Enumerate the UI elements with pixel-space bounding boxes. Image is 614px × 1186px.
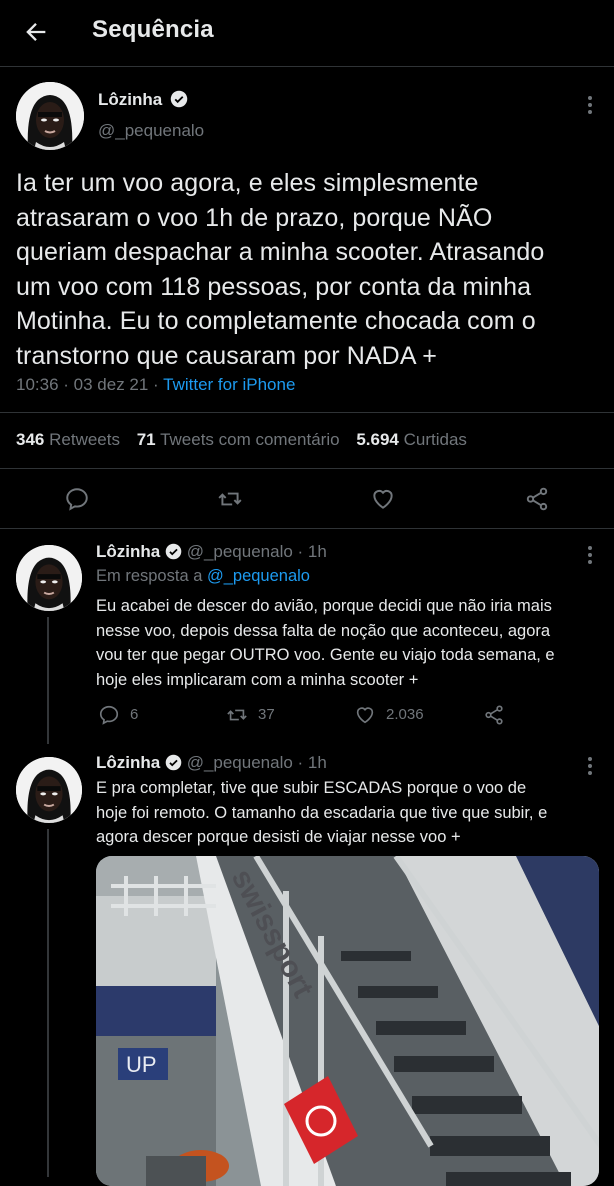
tweet-text-line: hoje foi remoto. O tamanho da escadaria … <box>96 803 548 822</box>
like-count[interactable]: 2.036 <box>386 706 424 723</box>
tweet-text: Ia ter um voo agora, e eles simplesmente… <box>16 166 601 373</box>
author-name[interactable]: Lôzinha <box>98 90 162 109</box>
tweet-text-line: Eu acabei de descer do avião, porque dec… <box>96 597 552 615</box>
source-link[interactable]: Twitter for iPhone <box>163 375 295 394</box>
quotes-count[interactable]: 71 <box>137 430 156 449</box>
share-icon[interactable] <box>524 486 550 512</box>
avatar[interactable] <box>16 757 82 823</box>
verified-badge-icon <box>165 754 182 770</box>
verified-badge-icon <box>165 543 182 559</box>
top-bar: Sequência <box>0 0 614 67</box>
author-handle[interactable]: @_pequenalo <box>187 753 293 772</box>
tweet-text: Eu acabei de descer do avião, porque dec… <box>96 594 596 692</box>
thread-line <box>47 829 49 1177</box>
share-icon[interactable] <box>483 704 505 726</box>
retweet-icon[interactable] <box>217 486 243 512</box>
arrow-left-icon[interactable] <box>22 18 50 46</box>
author-handle[interactable]: @_pequenalo <box>98 121 204 141</box>
tweet-time[interactable]: · 1h <box>293 542 327 561</box>
divider <box>0 468 614 469</box>
retweets-count[interactable]: 346 <box>16 430 44 449</box>
tweet-text-line: queriam despachar a minha scooter. Atras… <box>16 238 545 266</box>
timestamp[interactable]: 10:36 · 03 dez 21 · <box>16 375 163 394</box>
retweets-label[interactable]: Retweets <box>49 430 120 449</box>
author-name[interactable]: Lôzinha <box>96 542 160 561</box>
tweet-text-line: um voo com 118 pessoas, por conta da min… <box>16 272 532 301</box>
reply-icon[interactable] <box>64 486 90 512</box>
reply-author-row: Lôzinha @_pequenalo · 1h <box>96 753 327 773</box>
more-options-icon[interactable] <box>588 546 594 567</box>
divider <box>0 528 614 529</box>
tweet-stats: 346 Retweets 71 Tweets com comentário 5.… <box>16 430 479 450</box>
like-icon[interactable] <box>370 486 396 512</box>
avatar[interactable] <box>16 545 82 611</box>
reply-icon[interactable] <box>98 704 120 726</box>
author-row: Lôzinha <box>98 90 188 110</box>
tweet-text-line: hoje eles implicaram com a minha scooter… <box>96 670 419 689</box>
reply-to-label: Em resposta a <box>96 567 207 585</box>
tweet-meta: 10:36 · 03 dez 21 · Twitter for iPhone <box>16 375 295 395</box>
quotes-label[interactable]: Tweets com comentário <box>160 430 340 449</box>
likes-count[interactable]: 5.694 <box>356 430 399 449</box>
reply-author-row: Lôzinha @_pequenalo · 1h <box>96 542 327 562</box>
author-name[interactable]: Lôzinha <box>96 753 160 772</box>
verified-badge-icon <box>170 90 188 108</box>
tweet-text-line: vou ter que pegar OUTRO voo. Gente eu vi… <box>96 646 555 664</box>
tweet-text: E pra completar, tive que subir ESCADAS … <box>96 776 596 850</box>
divider <box>0 412 614 413</box>
tweet-text-line: atrasaram o voo 1h de prazo, porque NÃO <box>16 203 493 232</box>
thread-line <box>47 617 49 744</box>
retweet-icon[interactable] <box>226 704 248 726</box>
reply-context: Em resposta a @_pequenalo <box>96 567 310 586</box>
retweet-count[interactable]: 37 <box>258 706 275 723</box>
tweet-text-line: Ia ter um voo agora, e eles simplesmente <box>16 169 479 197</box>
photo-up-text: UP <box>126 1052 157 1077</box>
likes-label[interactable]: Curtidas <box>404 430 467 449</box>
tweet-text-line: Motinha. Eu to completamente chocada com… <box>16 307 536 335</box>
avatar[interactable] <box>16 82 84 150</box>
tweet-text-line: transtorno que causaram por NADA + <box>16 341 437 370</box>
tweet-photo[interactable]: UP swissport <box>96 856 599 1186</box>
more-options-icon[interactable] <box>588 96 594 117</box>
tweet-text-line: E pra completar, tive que subir ESCADAS … <box>96 779 527 797</box>
reply-count[interactable]: 6 <box>130 706 138 723</box>
tweet-time[interactable]: · 1h <box>293 753 327 772</box>
author-handle[interactable]: @_pequenalo <box>187 542 293 561</box>
like-icon[interactable] <box>354 704 376 726</box>
more-options-icon[interactable] <box>588 757 594 778</box>
tweet-text-line: nesse voo, depois dessa falta de noção q… <box>96 621 551 640</box>
page-title: Sequência <box>92 16 214 43</box>
reply-to-link[interactable]: @_pequenalo <box>207 567 310 585</box>
tweet-text-line: agora descer porque desisti de viajar ne… <box>96 828 461 846</box>
